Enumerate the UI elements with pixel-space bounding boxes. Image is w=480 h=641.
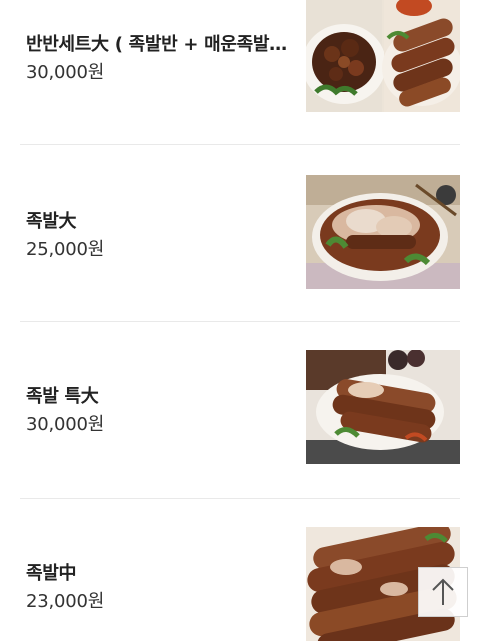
menu-item-photo [306, 0, 460, 112]
menu-item-name: 족발 특大 [26, 386, 99, 407]
menu-item[interactable]: 반반세트大 ( 족발반 + 매운족발… 30,000원 [20, 0, 460, 144]
menu-item-price: 25,000원 [26, 239, 105, 260]
menu-item-name: 족발中 [26, 563, 77, 584]
menu-item-name: 족발大 [26, 211, 77, 232]
menu-item-price: 30,000원 [26, 414, 105, 435]
menu-item[interactable]: 족발大 25,000원 [20, 145, 460, 321]
scroll-to-top-button[interactable] [418, 567, 468, 617]
menu-item-name: 반반세트大 ( 족발반 + 매운족발… [26, 34, 287, 55]
menu-item-price: 30,000원 [26, 62, 105, 83]
arrow-up-icon [430, 577, 456, 607]
menu-item-photo [306, 350, 460, 464]
menu-item[interactable]: 족발 특大 30,000원 [20, 322, 460, 498]
menu-item-photo [306, 175, 460, 289]
menu-item[interactable]: 족발中 23,000원 [20, 499, 460, 641]
menu-item-price: 23,000원 [26, 591, 105, 612]
